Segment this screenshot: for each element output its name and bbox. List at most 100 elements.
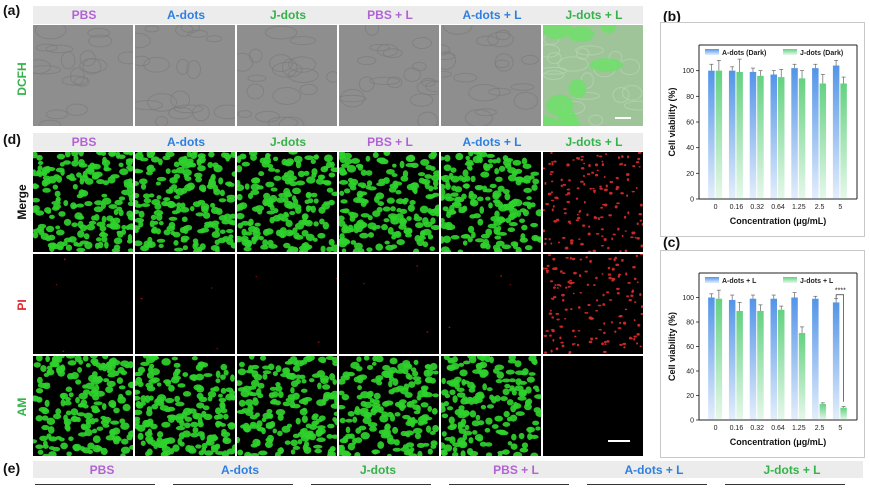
- am-image-3: [339, 356, 439, 456]
- panel-e-header-0: PBS: [89, 463, 115, 477]
- bar-b-0-3: [770, 74, 777, 199]
- bar-c-0-6: [832, 302, 840, 420]
- legend-swatch-1: [783, 277, 797, 283]
- legend-label-1: J-dots (Dark): [800, 50, 843, 57]
- merge-image-2: [237, 152, 337, 252]
- panel-d-header-0: PBS: [71, 135, 97, 149]
- bar-c-0-4: [791, 297, 798, 420]
- bar-c-1-6: [840, 407, 847, 420]
- bar-b-0-6: [832, 65, 840, 200]
- bar-c-0-2: [749, 298, 757, 420]
- xtick-label: 1.25: [792, 204, 806, 211]
- dcfh-image-3: [339, 25, 439, 126]
- panel-e-header-1: A-dots: [221, 463, 259, 477]
- legend-swatch-0: [705, 277, 719, 283]
- bar-b-1-1: [736, 71, 743, 199]
- dcfh-image-1: [135, 25, 235, 126]
- x-axis-title: Concentration (μg/mL): [730, 437, 827, 447]
- xtick-label: 0: [714, 204, 718, 211]
- xtick-label: 0.64: [771, 204, 785, 211]
- bar-c-0-5: [812, 298, 819, 420]
- bar-c-1-4: [798, 333, 806, 420]
- panel-e-header-3: PBS + L: [493, 463, 539, 477]
- bar-b-1-0: [715, 70, 723, 199]
- bar-b-0-4: [791, 68, 798, 199]
- bar-c-1-3: [778, 309, 785, 420]
- row-label-merge: Merge: [15, 184, 29, 220]
- panel-a-header-3: PBS + L: [367, 8, 413, 22]
- bar-b-1-4: [798, 78, 806, 199]
- panel-a-header-0: PBS: [71, 8, 97, 22]
- row-label-am: AM: [15, 397, 29, 417]
- xtick-label: 0.32: [750, 204, 764, 211]
- bar-b-0-5: [812, 68, 819, 199]
- bar-c-1-2: [757, 310, 764, 420]
- bar-c-1-5: [819, 404, 827, 420]
- dcfh-image-0: [33, 25, 133, 126]
- pi-image-1: [135, 254, 235, 354]
- legend-label-1: J-dots + L: [800, 278, 834, 285]
- pi-image-3: [339, 254, 439, 354]
- pi-image-2: [237, 254, 337, 354]
- panel-d-header-2: J-dots: [270, 135, 306, 149]
- ytick-label: 20: [686, 393, 694, 400]
- panel-d-header-1: A-dots: [167, 135, 205, 149]
- panel-d-header-3: PBS + L: [367, 135, 413, 149]
- merge-image-3: [339, 152, 439, 252]
- panel-a-header-5: J-dots + L: [565, 8, 623, 22]
- merge-image-4: [441, 152, 541, 252]
- panel-e-axis-2: [311, 484, 431, 486]
- am-image-1: [135, 356, 235, 456]
- ytick-label: 20: [686, 171, 694, 178]
- legend-label-0: A-dots (Dark): [722, 50, 766, 57]
- panel-label-d: (d): [3, 131, 21, 147]
- bar-c-0-1: [728, 299, 736, 420]
- xtick-label: 2.5: [815, 204, 825, 211]
- panel-e-header-5: J-dots + L: [763, 463, 821, 477]
- ytick-label: 60: [686, 344, 694, 351]
- ytick-label: 60: [686, 120, 694, 127]
- pi-image-0: [33, 254, 133, 354]
- panel-d-header-5: J-dots + L: [565, 135, 623, 149]
- bar-c-0-0: [708, 297, 715, 420]
- bar-b-1-5: [819, 83, 827, 199]
- legend-swatch-0: [705, 49, 719, 55]
- chart-b-frame: 0 20 40 60 80 100 0 0.16 0.32 0.64 1.25 2.5 5 A-dots …: [660, 22, 865, 237]
- xtick-label: 0.64: [771, 425, 785, 432]
- bar-b-1-2: [757, 75, 764, 199]
- bar-b-1-3: [778, 77, 785, 199]
- y-axis-title: Cell viability (%): [667, 87, 677, 156]
- panel-a-header-2: J-dots: [270, 8, 306, 22]
- am-image-4: [441, 356, 541, 456]
- ytick-label: 40: [686, 145, 694, 152]
- xtick-label: 0.32: [750, 425, 764, 432]
- scale-bar-a: [615, 117, 631, 119]
- scale-bar-d: [608, 440, 630, 442]
- am-image-2: [237, 356, 337, 456]
- bar-b-0-2: [749, 71, 757, 199]
- legend-swatch-1: [783, 49, 797, 55]
- panel-a-header-4: A-dots + L: [462, 8, 522, 22]
- panel-e-axis-5: [725, 484, 845, 486]
- ytick-label: 0: [690, 197, 694, 204]
- merge-image-5: [543, 152, 643, 252]
- y-axis-title: Cell viability (%): [667, 312, 677, 381]
- bar-b-1-6: [840, 83, 847, 199]
- panel-d-header-4: A-dots + L: [462, 135, 522, 149]
- row-label-dcfh: DCFH: [15, 62, 29, 96]
- row-label-pi: PI: [15, 299, 29, 311]
- ytick-label: 40: [686, 369, 694, 376]
- dcfh-image-4: [441, 25, 541, 126]
- ytick-label: 80: [686, 94, 694, 101]
- panel-e-axis-0: [35, 484, 155, 486]
- panel-label-e: (e): [3, 460, 21, 476]
- dcfh-image-5: [543, 25, 643, 126]
- bar-b-0-0: [708, 70, 715, 199]
- merge-image-0: [33, 152, 133, 252]
- pi-image-4: [441, 254, 541, 354]
- xtick-label: 0.16: [730, 204, 744, 211]
- xtick-label: 2.5: [815, 425, 825, 432]
- ytick-label: 100: [682, 295, 694, 302]
- panel-e-axis-1: [173, 484, 293, 486]
- chart-c: 0 20 40 60 80 100 0 0.16 0.32 0.64 1.25 2.5 5 A-dots …: [667, 272, 858, 447]
